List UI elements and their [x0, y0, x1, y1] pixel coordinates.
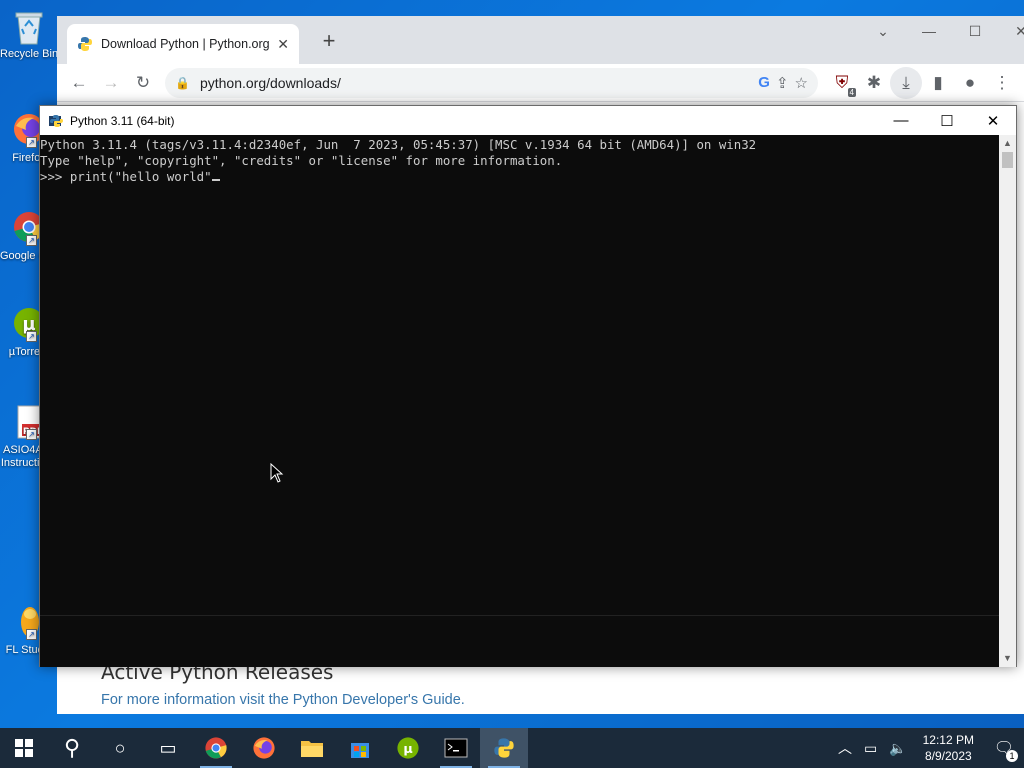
show-hidden-icons-chevron-icon[interactable]: ︿	[832, 738, 858, 758]
clock-date: 8/9/2023	[924, 749, 972, 763]
terminal-icon	[444, 738, 468, 758]
share-icon[interactable]: ⇪	[776, 74, 789, 92]
taskbar-utorrent[interactable]: µ	[384, 728, 432, 768]
taskbar-file-explorer[interactable]	[288, 728, 336, 768]
recycle-bin-icon	[12, 8, 46, 46]
browser-tab-python-downloads[interactable]: Download Python | Python.org ✕	[67, 24, 299, 64]
clock-time: 12:12 PM	[922, 733, 974, 747]
address-bar[interactable]: 🔒 python.org/downloads/ G ⇪ ☆	[165, 67, 818, 98]
action-center-button[interactable]: 🗨 1	[984, 738, 1024, 762]
console-window-title: Python 3.11 (64-bit)	[70, 113, 175, 128]
chrome-icon	[205, 737, 227, 759]
console-prompt: >>>	[40, 169, 70, 184]
utorrent-icon: µ	[397, 737, 419, 759]
scroll-down-arrow-icon[interactable]: ▼	[999, 650, 1016, 667]
network-icon[interactable]: ▭	[858, 740, 883, 757]
browser-toolbar: ← → ↻ 🔒 python.org/downloads/ G ⇪ ☆ ⛨ 4 ✱…	[57, 64, 1024, 102]
reload-icon[interactable]: ↻	[127, 67, 159, 99]
console-window-controls: — ☐ ✕	[878, 106, 1016, 135]
console-line-banner: Python 3.11.4 (tags/v3.11.4:d2340ef, Jun…	[40, 137, 757, 152]
console-scrollbar[interactable]: ▲ ▼	[999, 135, 1016, 667]
console-input-line[interactable]: >>> print("hello world"	[40, 169, 1001, 185]
task-view-icon: ▭	[159, 737, 177, 758]
mouse-pointer-icon	[270, 463, 284, 483]
cortana-circle-icon: ○	[114, 737, 126, 758]
python-favicon-icon	[78, 37, 92, 51]
windows-logo-icon	[15, 739, 33, 757]
taskbar-command-prompt[interactable]	[432, 728, 480, 768]
lock-icon: 🔒	[175, 75, 190, 90]
shortcut-arrow-icon: ↗	[26, 235, 37, 246]
task-view-button[interactable]: ▭	[144, 728, 192, 768]
tab-strip: Download Python | Python.org ✕ + ⌄ — ☐ ✕	[57, 16, 1024, 64]
tab-title: Download Python | Python.org	[101, 37, 270, 51]
taskbar: ⚲ ○ ▭ µ ︿ ▭ 🔈 12:12 PM 8/9/2023 🗨 1	[0, 728, 1024, 768]
developer-guide-link[interactable]: For more information visit the Python De…	[101, 692, 465, 708]
taskbar-firefox[interactable]	[240, 728, 288, 768]
console-minimize-button[interactable]: —	[878, 106, 924, 135]
console-input-text: print("hello world"	[69, 169, 212, 184]
forward-arrow-icon[interactable]: →	[95, 67, 127, 99]
console-output[interactable]: Python 3.11.4 (tags/v3.11.4:d2340ef, Jun…	[40, 135, 1001, 615]
maximize-button[interactable]: ☐	[952, 16, 998, 46]
console-maximize-button[interactable]: ☐	[924, 106, 970, 135]
minimize-button[interactable]: —	[906, 16, 952, 46]
taskbar-store[interactable]	[336, 728, 384, 768]
python-console-window: Python 3.11 (64-bit) — ☐ ✕ Python 3.11.4…	[39, 105, 1017, 667]
search-icon: ⚲	[63, 735, 81, 760]
text-cursor	[211, 179, 220, 181]
cortana-button[interactable]: ○	[96, 728, 144, 768]
firefox-icon	[253, 737, 275, 759]
taskbar-python[interactable]	[480, 728, 528, 768]
new-tab-button[interactable]: +	[315, 28, 343, 56]
extension-badge: 4	[847, 87, 856, 97]
python-icon	[49, 114, 63, 127]
console-line-help: Type "help", "copyright", "credits" or "…	[40, 153, 563, 168]
console-lower-pane	[40, 615, 1001, 667]
shortcut-arrow-icon: ↗	[26, 629, 37, 640]
bookmark-star-icon[interactable]: ☆	[795, 74, 808, 92]
notification-count-badge: 1	[1006, 750, 1018, 762]
extensions-puzzle-icon[interactable]: ✱	[858, 67, 890, 99]
back-arrow-icon[interactable]: ←	[63, 67, 95, 99]
downloads-icon[interactable]: ⤓	[890, 66, 922, 99]
search-button[interactable]: ⚲	[48, 728, 96, 768]
address-url: python.org/downloads/	[199, 74, 341, 91]
volume-icon[interactable]: 🔈	[883, 740, 912, 757]
svg-text:µ: µ	[403, 741, 412, 756]
profile-avatar-icon[interactable]: ●	[954, 67, 986, 99]
desktop-icon-recycle-bin[interactable]: Recycle Bin	[0, 8, 58, 61]
desktop-icon-label: Recycle Bin	[0, 48, 58, 60]
system-tray: ︿ ▭ 🔈 12:12 PM 8/9/2023 🗨 1	[832, 728, 1024, 768]
side-panel-icon[interactable]: ▮	[922, 67, 954, 99]
menu-kebab-icon[interactable]: ⋮	[986, 67, 1018, 99]
taskbar-chrome[interactable]	[192, 728, 240, 768]
scroll-up-arrow-icon[interactable]: ▲	[999, 135, 1016, 152]
console-title-bar[interactable]: Python 3.11 (64-bit) — ☐ ✕	[40, 106, 1016, 135]
shortcut-arrow-icon: ↗	[26, 331, 37, 342]
browser-window-controls: ⌄ — ☐ ✕	[860, 16, 1024, 46]
folder-icon	[301, 741, 323, 757]
tab-close-icon[interactable]: ✕	[277, 36, 289, 53]
close-button[interactable]: ✕	[998, 16, 1024, 46]
ublock-extension-icon[interactable]: ⛨ 4	[826, 67, 858, 99]
tab-search-chevron-icon[interactable]: ⌄	[860, 16, 906, 46]
store-bag-icon	[351, 743, 369, 758]
shortcut-arrow-icon: ↗	[26, 137, 37, 148]
shortcut-arrow-icon: ↗	[26, 429, 37, 440]
scrollbar-thumb[interactable]	[1002, 152, 1013, 168]
start-button[interactable]	[0, 728, 48, 768]
console-close-button[interactable]: ✕	[970, 106, 1016, 135]
python-icon	[494, 738, 514, 758]
clock[interactable]: 12:12 PM 8/9/2023	[913, 732, 984, 764]
google-lens-icon[interactable]: G	[758, 74, 770, 92]
